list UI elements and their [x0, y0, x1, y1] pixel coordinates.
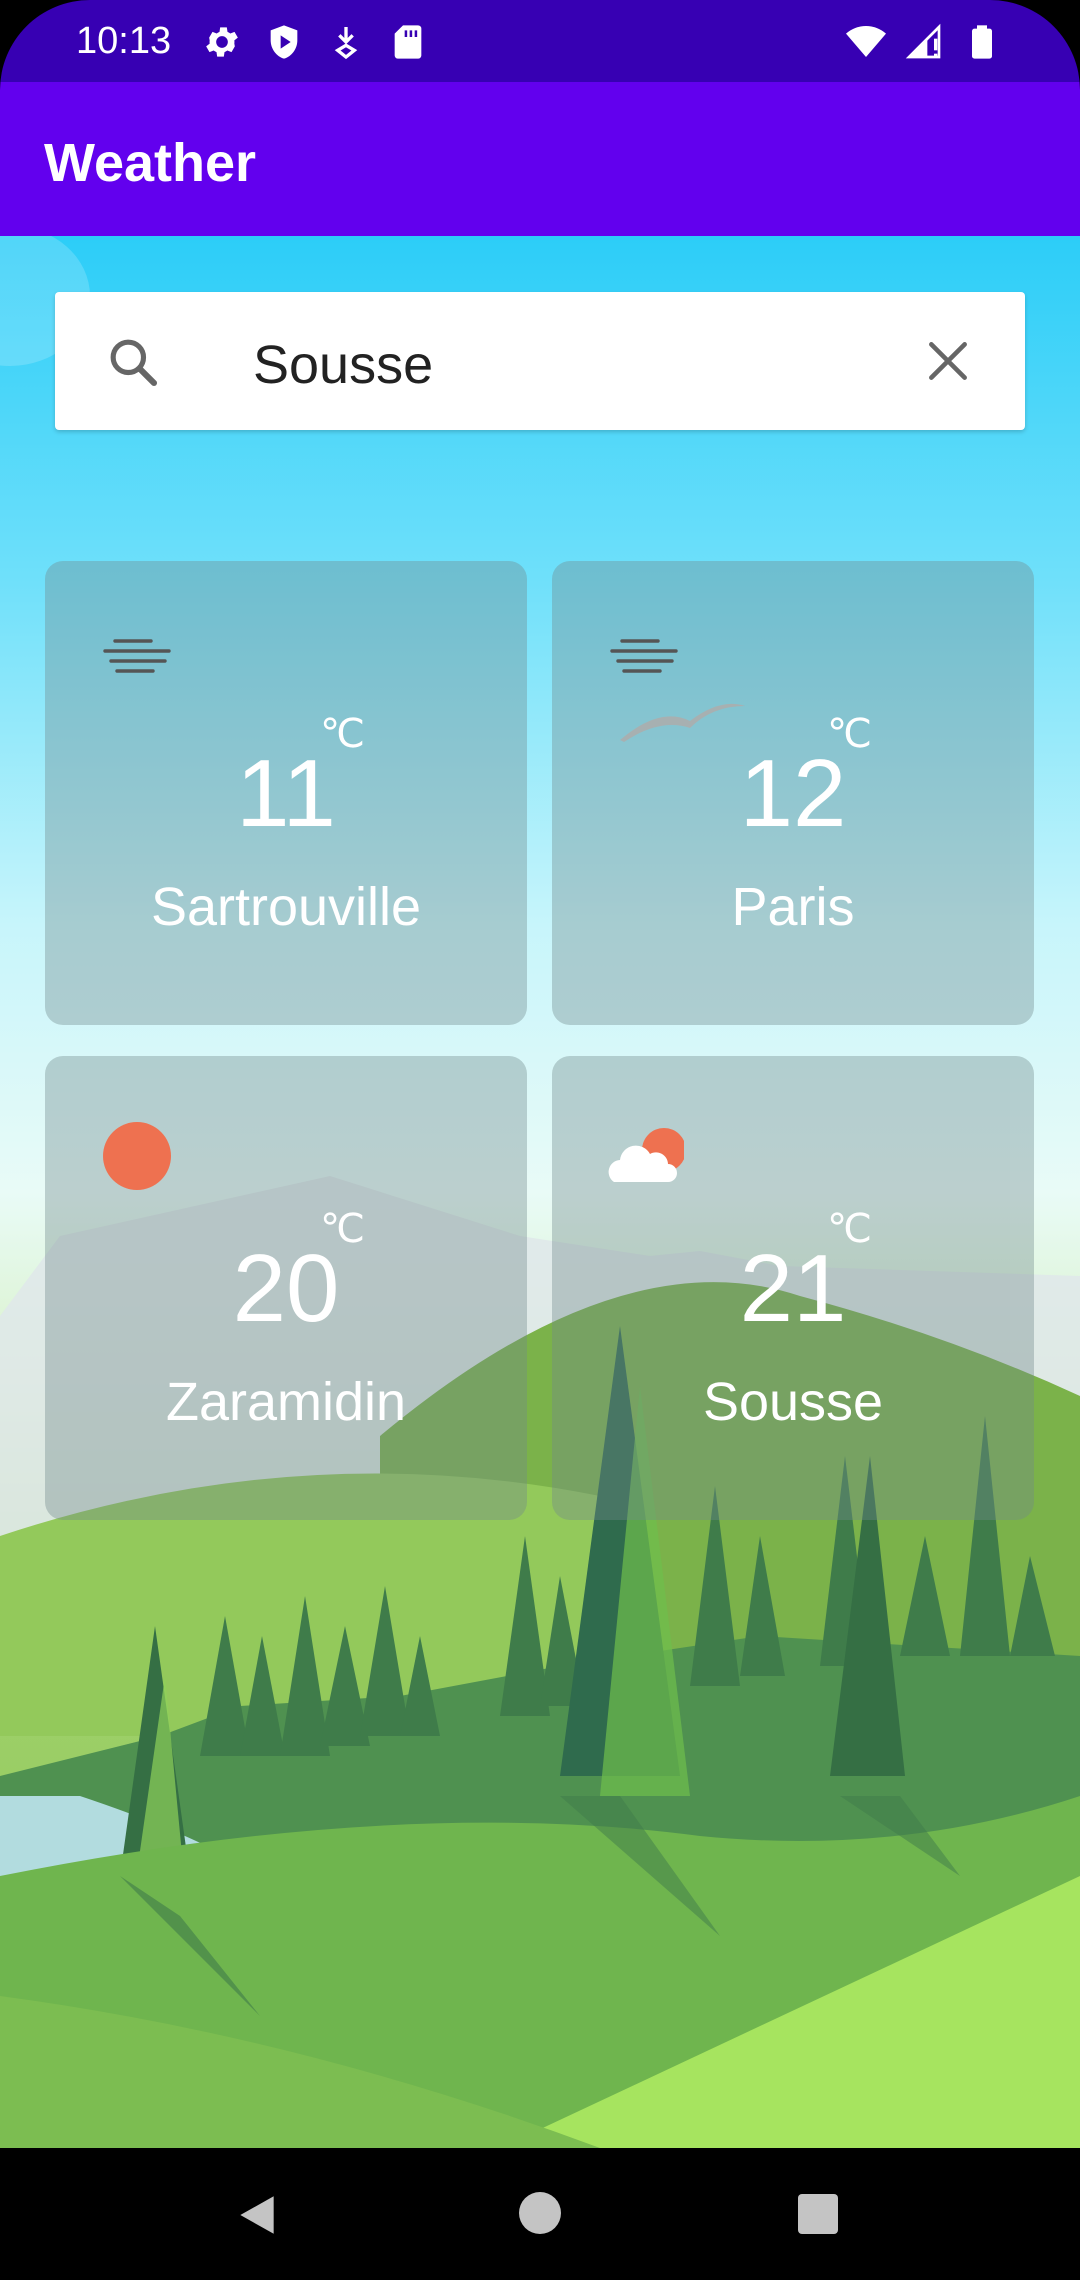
app-title: Weather	[44, 133, 257, 193]
cellular-icon	[905, 23, 941, 59]
city-name: Zaramidin	[165, 1372, 407, 1432]
download-icon	[334, 27, 358, 60]
temperature-value: 20	[232, 1235, 340, 1342]
sd-card-icon	[394, 25, 422, 59]
phone-screen: 10:13 Weather Sousse ℃ 11 Sartrouville ℃…	[0, 0, 1080, 2280]
status-time: 10:13	[76, 20, 172, 62]
shield-icon	[270, 25, 298, 59]
city-name: Paris	[731, 877, 855, 937]
fog-icon	[103, 639, 171, 673]
app-bar: Weather	[0, 82, 1080, 236]
search-icon[interactable]	[105, 334, 161, 390]
recents-icon[interactable]	[798, 2194, 838, 2234]
search-input[interactable]	[253, 334, 853, 396]
wifi-icon	[846, 26, 886, 57]
weather-card-zaramidin[interactable]: ℃ 20 Zaramidin	[45, 1056, 527, 1520]
sun-icon	[103, 1122, 171, 1190]
temperature-value: 21	[739, 1235, 847, 1342]
navigation-bar	[0, 2148, 1080, 2280]
settings-icon	[206, 27, 238, 57]
temperature-value: 11	[236, 740, 336, 847]
weather-card-sousse[interactable]: ℃ 21 Sousse	[552, 1056, 1034, 1520]
city-name: Sousse	[702, 1372, 884, 1432]
status-bar: 10:13	[0, 0, 1080, 82]
weather-card-sartrouville[interactable]: ℃ 11 Sartrouville	[45, 561, 527, 1025]
close-icon[interactable]	[923, 336, 973, 386]
back-icon[interactable]	[232, 2190, 282, 2240]
fog-icon	[610, 639, 678, 673]
battery-icon	[972, 25, 992, 59]
search-box[interactable]	[55, 292, 1025, 430]
weather-card-paris[interactable]: ℃ 12 Paris	[552, 561, 1034, 1025]
temperature-value: 12	[739, 740, 847, 847]
home-icon[interactable]	[519, 2192, 561, 2234]
city-name: Sartrouville	[150, 877, 422, 937]
partly-cloudy-icon	[608, 1128, 684, 1182]
content-area: ℃ 11 Sartrouville ℃ 12 Paris ℃ 20 Zarami…	[0, 236, 1080, 2148]
